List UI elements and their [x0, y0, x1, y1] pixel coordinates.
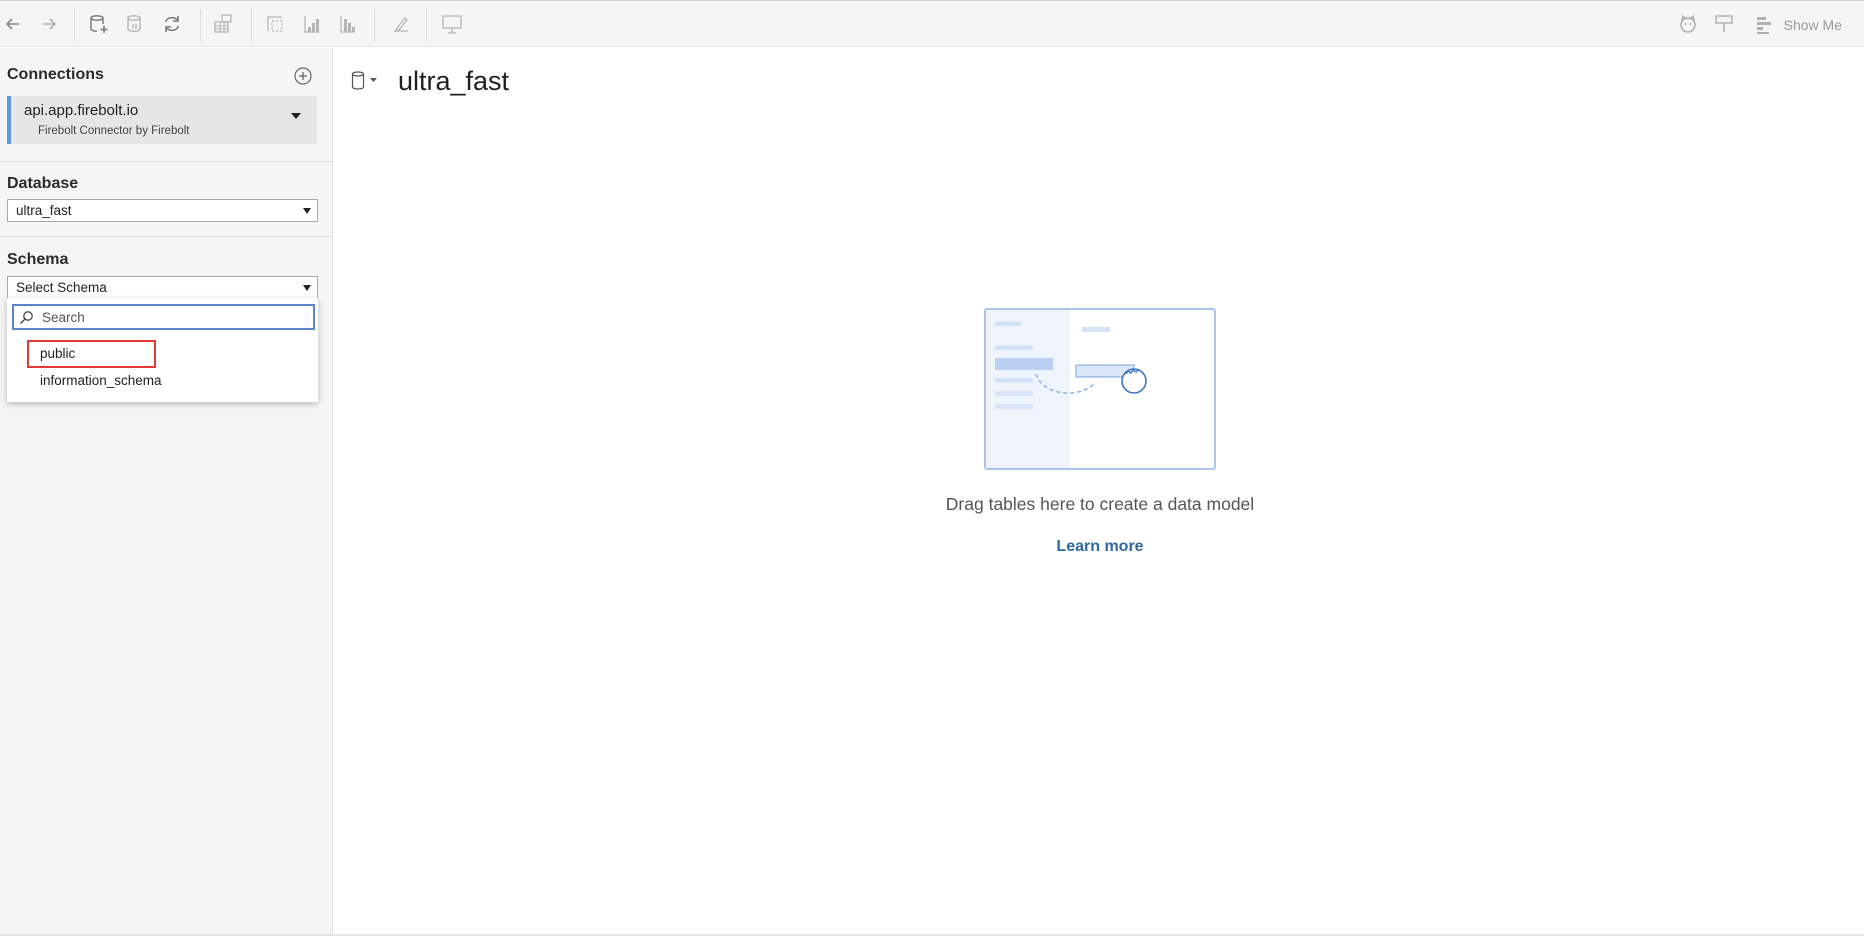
swap-icon[interactable]: [262, 11, 288, 37]
data-source-title[interactable]: ultra_fast: [398, 66, 509, 97]
show-me-label: Show Me: [1783, 17, 1842, 33]
schema-search-box[interactable]: [12, 304, 315, 330]
schema-selected-value: Select Schema: [16, 280, 107, 295]
drag-tables-illustration: [984, 308, 1216, 470]
cat-icon[interactable]: [1675, 11, 1701, 37]
database-select[interactable]: ultra_fast: [7, 199, 318, 222]
pause-updates-icon[interactable]: [122, 11, 148, 37]
show-me-button[interactable]: Show Me: [1756, 13, 1842, 37]
database-selected-value: ultra_fast: [16, 203, 72, 218]
selection-highlight: [27, 340, 156, 368]
schema-select[interactable]: Select Schema: [7, 276, 318, 299]
database-heading: Database: [7, 175, 79, 192]
sort-ascending-icon[interactable]: [298, 11, 324, 37]
empty-canvas-message: Drag tables here to create a data model: [945, 494, 1255, 514]
schema-option-information-schema[interactable]: information_schema: [40, 373, 162, 388]
chevron-down-icon: [303, 208, 311, 214]
new-worksheet-icon[interactable]: [210, 11, 236, 37]
search-icon: [20, 311, 33, 324]
refresh-icon[interactable]: [159, 11, 185, 37]
toolbar-separator: [251, 9, 252, 41]
back-icon[interactable]: [0, 11, 26, 37]
schema-dropdown: public information_schema: [7, 298, 318, 402]
chevron-down-icon[interactable]: [291, 113, 301, 119]
connection-item[interactable]: api.app.firebolt.io Firebolt Connector b…: [7, 96, 317, 144]
sort-descending-icon[interactable]: [334, 11, 360, 37]
data-model-canvas: ultra_fast Drag tables here to create a …: [334, 48, 1864, 936]
divider: [0, 161, 332, 162]
connections-heading: Connections: [7, 66, 104, 83]
highlight-icon[interactable]: [388, 11, 414, 37]
schema-search-input[interactable]: [42, 308, 307, 327]
divider: [0, 236, 332, 237]
toolbar-separator: [74, 9, 75, 41]
forward-icon[interactable]: [36, 11, 62, 37]
learn-more-link[interactable]: Learn more: [968, 538, 1232, 556]
toolbar-separator: [200, 9, 201, 41]
toolbar: Show Me: [0, 0, 1864, 47]
connection-connector: Firebolt Connector by Firebolt: [38, 125, 190, 137]
data-source-sidebar: Connections api.app.firebolt.io Firebolt…: [0, 48, 333, 936]
show-me-icon: [1756, 17, 1771, 34]
chevron-down-icon: [303, 285, 311, 291]
presentation-icon[interactable]: [439, 11, 465, 37]
toolbar-separator: [374, 9, 375, 41]
connection-name: api.app.firebolt.io: [24, 102, 139, 119]
schema-heading: Schema: [7, 251, 69, 268]
tooltip-icon[interactable]: [1711, 11, 1737, 37]
add-connection-icon[interactable]: [293, 66, 313, 86]
data-source-icon[interactable]: [351, 70, 385, 92]
toolbar-separator: [426, 9, 427, 41]
new-data-source-icon[interactable]: [86, 11, 112, 37]
